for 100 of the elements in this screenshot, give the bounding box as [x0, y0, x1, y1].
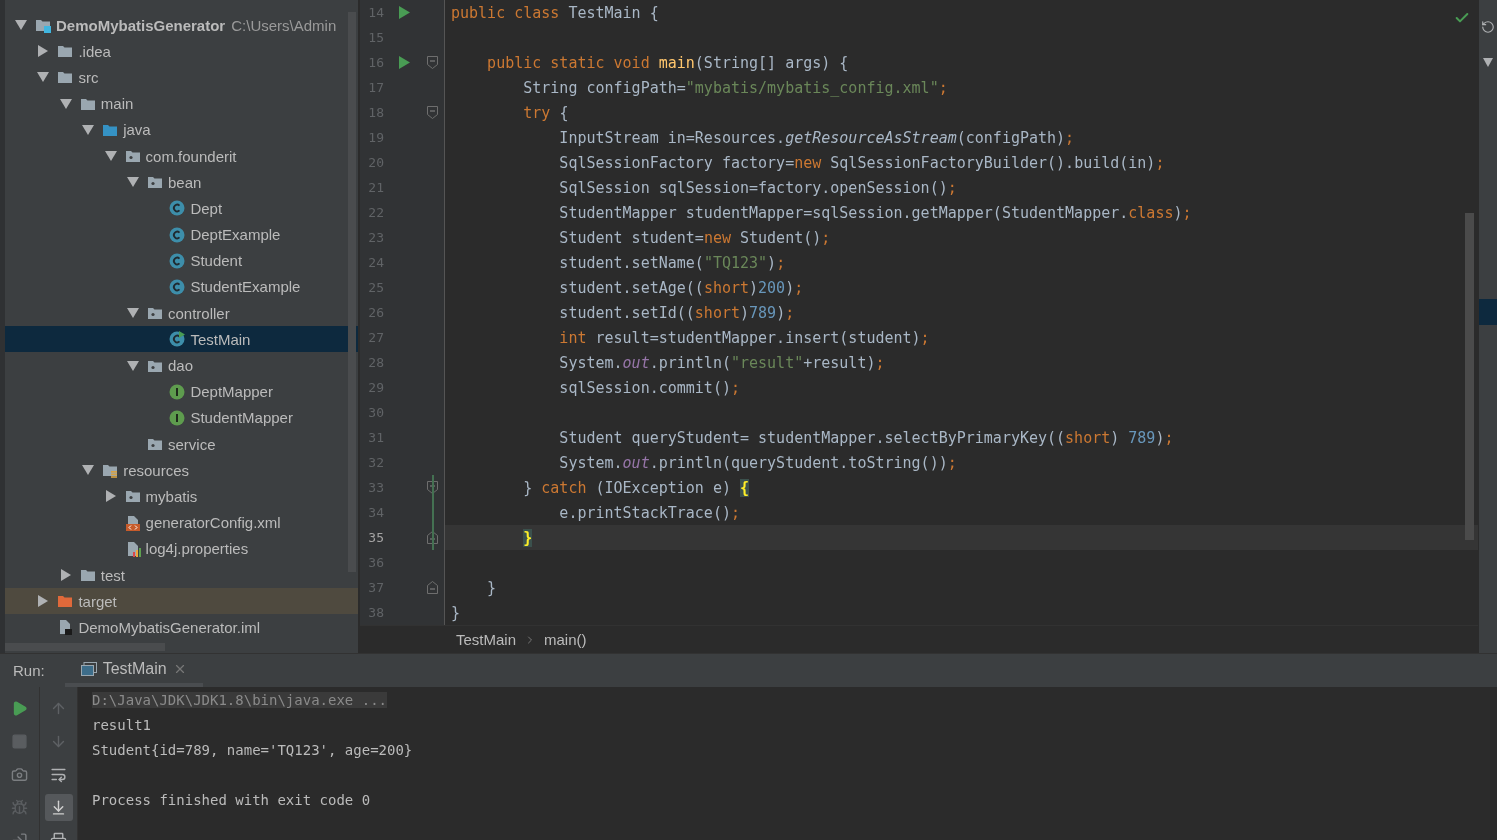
refresh-icon[interactable] [1481, 20, 1495, 34]
console-line: Process finished with exit code 0 [92, 791, 371, 808]
fold-icon[interactable] [426, 581, 438, 594]
run-icon[interactable] [398, 56, 410, 69]
runnable-class-icon [169, 331, 186, 348]
line-number: 35 [367, 530, 384, 545]
tree-item[interactable]: generatorConfig.xml [5, 509, 358, 536]
console-line: result1 [92, 716, 151, 733]
package-icon [147, 305, 163, 322]
breadcrumb-item[interactable]: TestMain [456, 631, 517, 648]
tree-item[interactable]: StudentMapper [5, 404, 358, 431]
expand-arrow-icon[interactable] [37, 595, 50, 608]
dropdown-arrow-icon[interactable] [1483, 58, 1493, 67]
folder-icon [57, 43, 74, 60]
code-line: SqlSessionFactory factory=new SqlSessionFactoryBuilder().build(in); [558, 153, 1165, 172]
tree-item[interactable]: dao [5, 352, 358, 379]
code-line: public static void main(String[] args) { [486, 53, 849, 72]
tree-item[interactable]: DemoMybatisGenerator C:\Users\Admin [5, 12, 358, 39]
collapse-arrow-icon[interactable] [37, 71, 50, 84]
expand-arrow-icon[interactable] [104, 490, 117, 503]
module-folder-icon [35, 17, 51, 34]
tree-item[interactable]: test [5, 561, 358, 589]
bug-icon [11, 799, 28, 816]
code-line: StudentMapper studentMapper=sqlSession.getMapper(StudentMapper.class); [558, 203, 1192, 222]
code-line: int result=studentMapper.insert(student); [558, 328, 930, 347]
wrap-icon [50, 766, 67, 783]
run-icon [11, 700, 28, 717]
tree-item[interactable]: Dept [5, 195, 358, 222]
tree-item[interactable]: target [5, 588, 358, 615]
code-line: try { [522, 103, 569, 122]
class-icon [169, 252, 186, 269]
tree-item[interactable]: .idea [5, 38, 358, 65]
scrollbar[interactable] [348, 12, 356, 572]
interface-icon [169, 383, 186, 400]
collapse-arrow-icon[interactable] [104, 150, 117, 163]
expand-arrow-icon[interactable] [59, 569, 72, 582]
code-line: } [486, 578, 497, 597]
code-line: e.printStackTrace(); [558, 503, 740, 522]
collapse-arrow-icon[interactable] [127, 176, 139, 189]
breadcrumb-item[interactable]: main() [544, 631, 587, 648]
collapse-arrow-icon[interactable] [59, 97, 72, 110]
code-line: InputStream in=Resources.getResourceAsStream(configPath); [558, 128, 1075, 147]
code-line: student.setName("TQ123"); [558, 253, 786, 272]
fold-icon[interactable] [426, 106, 438, 119]
down-arrow-icon [50, 733, 67, 750]
run-label: Run: [13, 662, 45, 679]
expand-arrow-icon[interactable] [37, 45, 50, 58]
project-path: C:\Users\Admin [231, 16, 337, 34]
code-line: } catch (IOException e) { [522, 478, 750, 497]
tree-item[interactable]: log4j.properties [5, 535, 358, 562]
folder-icon [79, 567, 96, 584]
package-icon [124, 488, 141, 505]
package-icon [147, 436, 163, 453]
strip-highlight [1478, 299, 1497, 325]
collapse-arrow-icon[interactable] [82, 464, 95, 477]
collapse-arrow-icon[interactable] [127, 359, 139, 372]
folder-icon [57, 69, 74, 86]
code-line: System.out.println(queryStudent.toString()); [558, 453, 957, 472]
tree-item[interactable]: TestMain [5, 326, 358, 353]
class-icon [169, 278, 186, 295]
tree-item[interactable]: resources [5, 457, 358, 484]
tree-item[interactable]: com.founderit [5, 142, 358, 170]
run-tab[interactable]: TestMain [64, 654, 203, 687]
package-icon [124, 148, 141, 165]
tree-item[interactable]: DemoMybatisGenerator.iml [5, 614, 358, 641]
resources-folder-icon [102, 462, 119, 479]
console-line: Student{id=789, name='TQ123', age=200} [92, 741, 413, 758]
tree-item[interactable]: main [5, 90, 358, 117]
module-file-icon [57, 619, 74, 636]
scrollbar[interactable] [1465, 213, 1474, 540]
tree-item[interactable]: src [5, 64, 358, 91]
collapse-arrow-icon[interactable] [127, 307, 139, 320]
collapse-arrow-icon[interactable] [15, 19, 27, 32]
tree-item[interactable]: bean [5, 169, 358, 196]
fold-icon[interactable] [426, 56, 438, 69]
tree-item[interactable]: Student [5, 247, 358, 274]
code-line: Student student=new Student(); [558, 228, 831, 247]
collapse-arrow-icon[interactable] [82, 123, 95, 136]
interface-icon [169, 409, 186, 426]
tree-item[interactable]: service [5, 431, 358, 458]
xml-file-icon [124, 514, 141, 531]
code-line: public class TestMain { [451, 3, 659, 22]
tree-item[interactable]: DeptExample [5, 221, 358, 248]
tree-item[interactable]: StudentExample [5, 273, 358, 301]
code-line: Student queryStudent= studentMapper.selectByPrimaryKey((short) 789); [558, 428, 1174, 447]
code-line: } [451, 603, 461, 622]
code-line: String configPath="mybatis/mybatis_config.xml"; [522, 78, 948, 97]
tree-item[interactable]: mybatis [5, 483, 358, 510]
code-line: System.out.println("result"+result); [558, 353, 885, 372]
tree-item[interactable]: controller [5, 300, 358, 327]
scrollbar[interactable] [5, 643, 165, 651]
run-icon[interactable] [398, 6, 410, 19]
console-window-icon [80, 661, 97, 676]
tree-item[interactable]: DeptMapper [5, 378, 358, 405]
code-line: student.setAge((short)200); [558, 278, 804, 297]
camera-icon [11, 766, 28, 783]
tree-item[interactable]: java [5, 116, 358, 143]
class-icon [169, 200, 186, 217]
class-icon [169, 226, 186, 243]
scroll-to-end-button[interactable] [44, 794, 73, 821]
